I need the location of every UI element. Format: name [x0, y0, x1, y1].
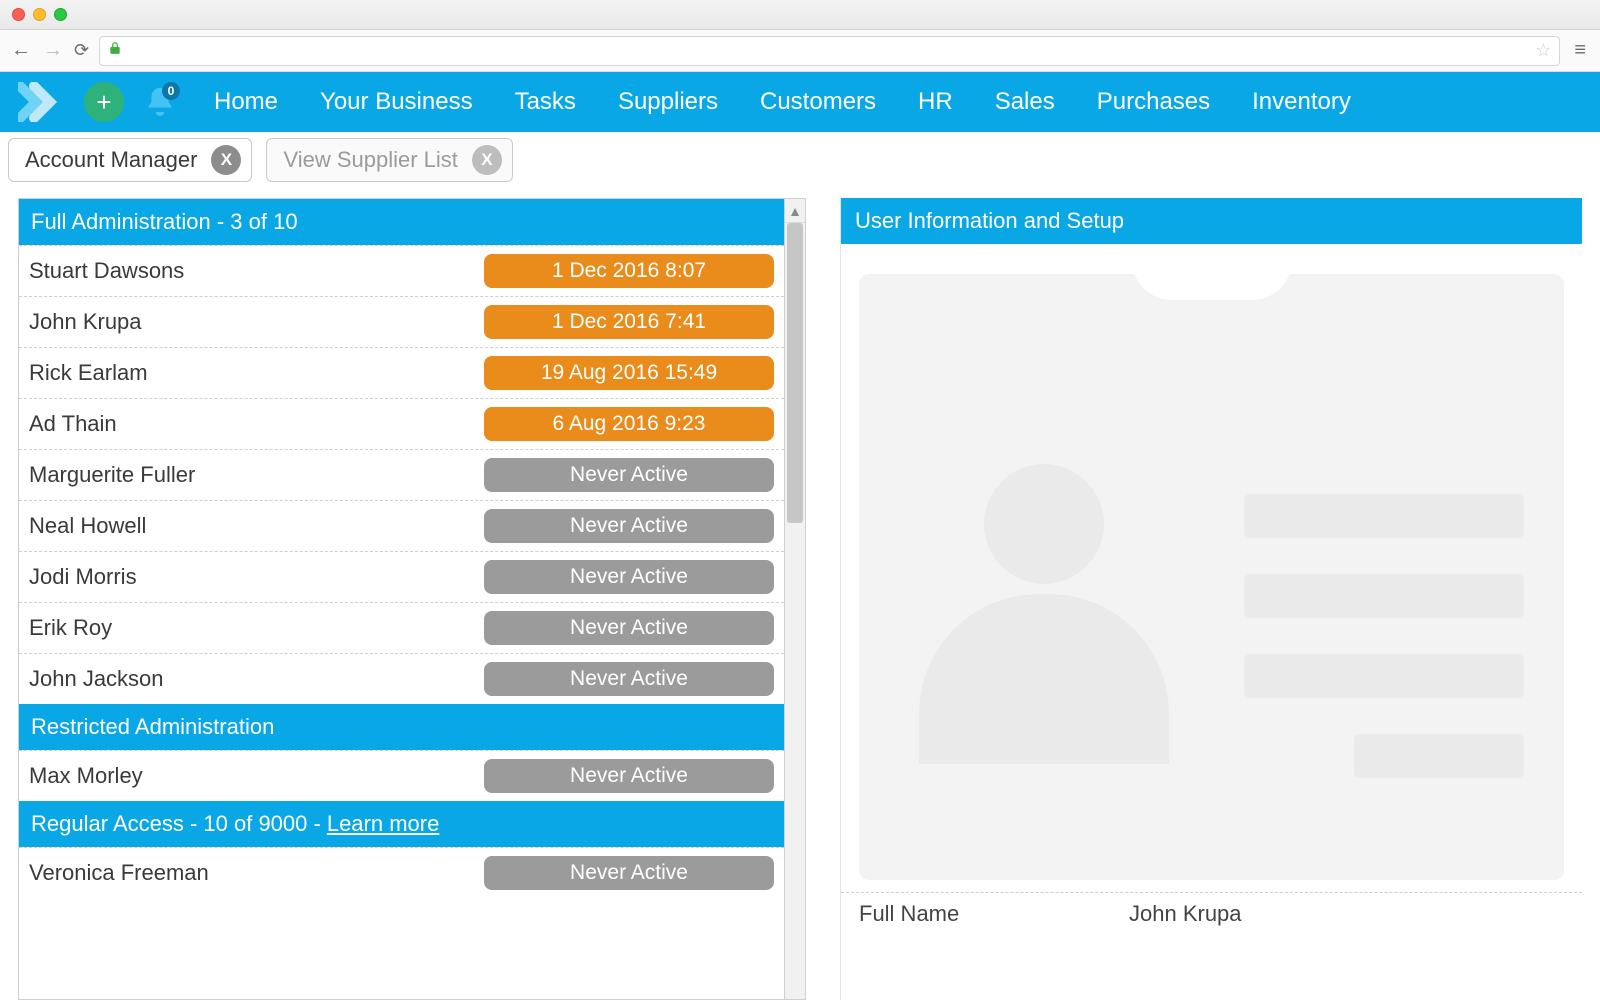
- never-active-badge: Never Active: [484, 458, 774, 492]
- user-row[interactable]: Rick Earlam 19 Aug 2016 15:49: [19, 347, 784, 398]
- group-header[interactable]: Restricted Administration: [19, 704, 784, 750]
- never-active-badge: Never Active: [484, 662, 774, 696]
- notification-count-badge: 0: [162, 82, 180, 100]
- nav-hr[interactable]: HR: [918, 88, 953, 116]
- window-close-dot[interactable]: [12, 8, 25, 21]
- last-active-badge: 6 Aug 2016 9:23: [484, 407, 774, 441]
- user-name: Rick Earlam: [29, 360, 148, 386]
- user-row[interactable]: Marguerite Fuller Never Active: [19, 449, 784, 500]
- nav-customers[interactable]: Customers: [760, 88, 876, 116]
- user-row[interactable]: Jodi Morris Never Active: [19, 551, 784, 602]
- detail-header: User Information and Setup: [841, 198, 1582, 244]
- user-row[interactable]: Max Morley Never Active: [19, 750, 784, 801]
- scrollbar[interactable]: ▲: [784, 198, 806, 1000]
- nav-suppliers[interactable]: Suppliers: [618, 88, 718, 116]
- user-row[interactable]: Stuart Dawsons 1 Dec 2016 8:07: [19, 245, 784, 296]
- tab-close-icon[interactable]: X: [211, 145, 241, 175]
- user-row[interactable]: Erik Roy Never Active: [19, 602, 784, 653]
- back-button[interactable]: ←: [10, 39, 32, 62]
- scroll-thumb[interactable]: [787, 223, 803, 523]
- placeholder-line: [1354, 734, 1524, 778]
- tab-label: Account Manager: [25, 147, 197, 173]
- user-name: Stuart Dawsons: [29, 258, 184, 284]
- user-name: Veronica Freeman: [29, 860, 209, 886]
- never-active-badge: Never Active: [484, 509, 774, 543]
- forward-button[interactable]: →: [42, 39, 64, 62]
- nav-home[interactable]: Home: [214, 88, 278, 116]
- tab-account-manager[interactable]: Account Manager X: [8, 138, 252, 182]
- app-logo-icon[interactable]: [18, 82, 62, 122]
- user-name: John Jackson: [29, 666, 164, 692]
- plus-icon: +: [96, 87, 111, 118]
- tab-view-supplier-list[interactable]: View Supplier List X: [266, 138, 512, 182]
- user-name: Marguerite Fuller: [29, 462, 195, 488]
- scroll-up-icon[interactable]: ▲: [785, 199, 805, 223]
- user-row[interactable]: John Krupa 1 Dec 2016 7:41: [19, 296, 784, 347]
- avatar-placeholder-icon: [899, 464, 1189, 824]
- group-header[interactable]: Full Administration - 3 of 10: [19, 199, 784, 245]
- tab-close-icon[interactable]: X: [472, 145, 502, 175]
- group-title: Regular Access - 10 of 9000 -: [31, 811, 321, 837]
- browser-menu-icon[interactable]: ≡: [1570, 39, 1590, 62]
- placeholder-line: [1244, 654, 1524, 698]
- url-bar[interactable]: ☆: [99, 36, 1560, 66]
- id-card-illustration: [859, 274, 1564, 880]
- document-tabbar: Account Manager X View Supplier List X: [0, 132, 1600, 188]
- last-active-badge: 19 Aug 2016 15:49: [484, 356, 774, 390]
- user-name: Ad Thain: [29, 411, 117, 437]
- nav-tasks[interactable]: Tasks: [515, 88, 576, 116]
- never-active-badge: Never Active: [484, 611, 774, 645]
- placeholder-line: [1244, 574, 1524, 618]
- user-name: Erik Roy: [29, 615, 112, 641]
- user-name: Neal Howell: [29, 513, 146, 539]
- notifications-button[interactable]: 0: [138, 80, 182, 124]
- bookmark-star-icon[interactable]: ☆: [1535, 40, 1551, 61]
- never-active-badge: Never Active: [484, 560, 774, 594]
- last-active-badge: 1 Dec 2016 8:07: [484, 254, 774, 288]
- user-detail-panel: User Information and Setup Full Name Joh…: [840, 198, 1582, 1000]
- learn-more-link[interactable]: Learn more: [327, 811, 440, 837]
- user-name: Max Morley: [29, 763, 143, 789]
- user-row[interactable]: Ad Thain 6 Aug 2016 9:23: [19, 398, 784, 449]
- user-row[interactable]: John Jackson Never Active: [19, 653, 784, 704]
- nav-purchases[interactable]: Purchases: [1097, 88, 1210, 116]
- app-topnav: + 0 Home Your Business Tasks Suppliers C…: [0, 72, 1600, 132]
- nav-sales[interactable]: Sales: [995, 88, 1055, 116]
- full-name-label: Full Name: [859, 901, 1129, 927]
- window-minimize-dot[interactable]: [33, 8, 46, 21]
- group-header[interactable]: Regular Access - 10 of 9000 - Learn more: [19, 801, 784, 847]
- nav-inventory[interactable]: Inventory: [1252, 88, 1351, 116]
- group-title: Full Administration - 3 of 10: [31, 209, 298, 235]
- full-name-value: John Krupa: [1129, 901, 1242, 927]
- full-name-row: Full Name John Krupa: [841, 892, 1582, 935]
- lock-icon: [108, 41, 122, 60]
- browser-titlebar: [0, 0, 1600, 30]
- add-button[interactable]: +: [84, 82, 124, 122]
- never-active-badge: Never Active: [484, 759, 774, 793]
- window-maximize-dot[interactable]: [54, 8, 67, 21]
- user-name: Jodi Morris: [29, 564, 137, 590]
- never-active-badge: Never Active: [484, 856, 774, 890]
- nav-your-business[interactable]: Your Business: [320, 88, 473, 116]
- group-title: Restricted Administration: [31, 714, 274, 740]
- user-row[interactable]: Neal Howell Never Active: [19, 500, 784, 551]
- placeholder-line: [1244, 494, 1524, 538]
- tab-label: View Supplier List: [283, 147, 457, 173]
- user-list: Full Administration - 3 of 10 Stuart Daws…: [18, 198, 784, 1000]
- user-name: John Krupa: [29, 309, 142, 335]
- user-row[interactable]: Veronica Freeman Never Active: [19, 847, 784, 898]
- nav-items: Home Your Business Tasks Suppliers Custo…: [214, 88, 1351, 116]
- last-active-badge: 1 Dec 2016 7:41: [484, 305, 774, 339]
- user-list-panel: Full Administration - 3 of 10 Stuart Daws…: [18, 198, 806, 1000]
- main-area: Full Administration - 3 of 10 Stuart Daws…: [0, 188, 1600, 1000]
- reload-button[interactable]: ⟳: [74, 40, 89, 61]
- browser-toolbar: ← → ⟳ ☆ ≡: [0, 30, 1600, 72]
